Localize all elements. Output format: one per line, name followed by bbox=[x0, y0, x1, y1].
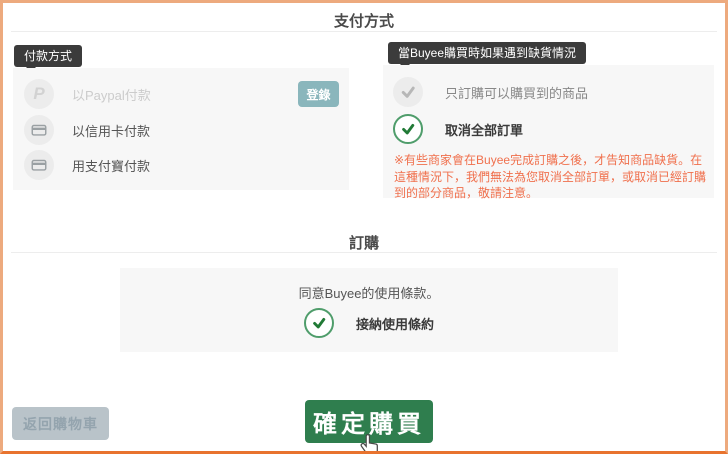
page-title: 支付方式 bbox=[333, 13, 394, 30]
back-to-cart-button[interactable]: 返回購物車 bbox=[12, 407, 109, 440]
check-icon-selected bbox=[303, 308, 334, 338]
payment-methods-tooltip: 付款方式 bbox=[14, 45, 83, 72]
payment-option-label: 以信用卡付款 bbox=[72, 123, 151, 139]
alipay-card-icon bbox=[24, 150, 54, 180]
stock-option-label: 只訂購可以購買到的商品 bbox=[445, 85, 589, 101]
payment-option-paypal[interactable]: P 以Paypal付款 登錄 bbox=[24, 79, 339, 109]
order-section-title: 訂購 bbox=[348, 235, 379, 252]
check-icon-selected bbox=[393, 114, 423, 144]
header-divider bbox=[11, 31, 717, 32]
payment-option-label: 用支付寶付款 bbox=[72, 158, 151, 174]
checkout-page: 支付方式 付款方式 P 以Paypal付款 登錄 以信用卡付款 用支付寶付款 當… bbox=[0, 0, 728, 454]
check-icon-unselected bbox=[393, 77, 423, 107]
terms-agree-text: 同意Buyee的使用條款。 bbox=[298, 286, 440, 301]
credit-card-icon bbox=[24, 115, 54, 145]
payment-option-alipay[interactable]: 用支付寶付款 bbox=[24, 150, 150, 180]
payment-option-label: 以Paypal付款 bbox=[72, 87, 151, 103]
order-divider bbox=[11, 252, 717, 253]
terms-agreement-box: 同意Buyee的使用條款。 接納使用條約 bbox=[120, 268, 618, 352]
paypal-icon: P bbox=[24, 79, 54, 109]
stock-option-partial[interactable]: 只訂購可以購買到的商品 bbox=[393, 77, 588, 107]
payment-option-credit-card[interactable]: 以信用卡付款 bbox=[24, 115, 150, 145]
terms-accept-label: 接納使用條約 bbox=[355, 316, 434, 332]
hand-cursor-icon bbox=[359, 433, 382, 451]
stock-option-label: 取消全部訂單 bbox=[445, 122, 524, 138]
stock-option-cancel-all[interactable]: 取消全部訂單 bbox=[393, 114, 523, 144]
paypal-login-button[interactable]: 登錄 bbox=[298, 81, 339, 107]
stock-options-tooltip: 當Buyee購買時如果遇到缺貨情況 bbox=[388, 42, 587, 69]
payment-methods-panel: P 以Paypal付款 登錄 以信用卡付款 用支付寶付款 bbox=[13, 68, 349, 190]
stock-options-panel: 只訂購可以購買到的商品 取消全部訂單 ※有些商家會在Buyee完成訂購之後，才告… bbox=[383, 65, 714, 200]
stock-warning-note: ※有些商家會在Buyee完成訂購之後，才告知商品缺貨。在這種情況下，我們無法為您… bbox=[394, 153, 707, 200]
terms-accept-option[interactable]: 接納使用條約 bbox=[120, 308, 618, 338]
